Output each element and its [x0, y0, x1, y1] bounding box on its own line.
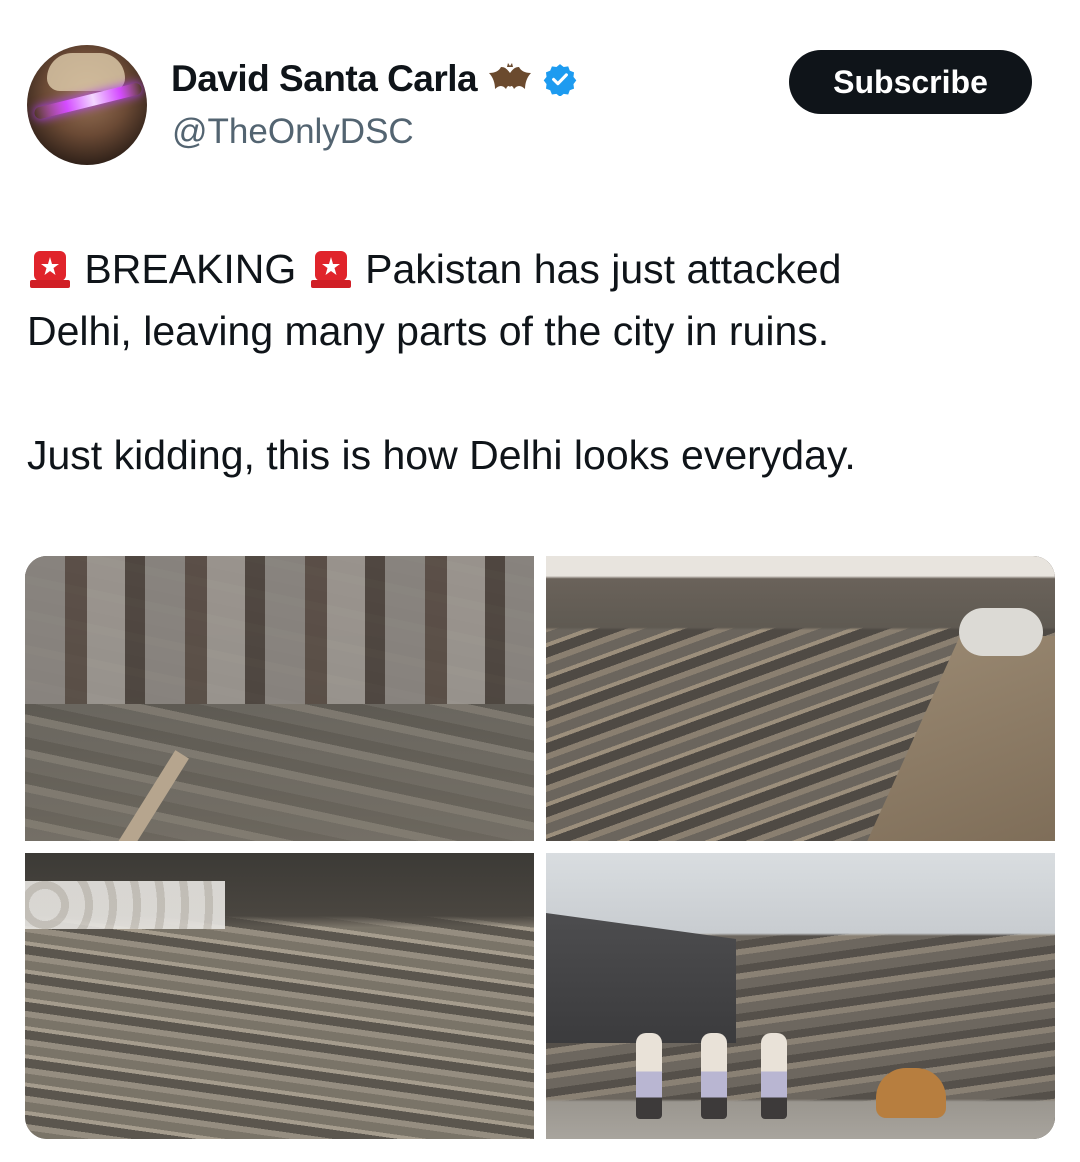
media-grid — [25, 556, 1055, 1139]
photo-slum-garbage-canal[interactable] — [25, 556, 534, 841]
subscribe-button[interactable]: Subscribe — [789, 50, 1032, 114]
author-name-row: David Santa Carla — [171, 58, 577, 100]
avatar[interactable] — [27, 45, 147, 165]
photo-landfill-with-animals[interactable] — [25, 853, 534, 1139]
photo-garbage-filled-drain-with-porter[interactable] — [546, 556, 1055, 841]
author-handle[interactable]: @TheOnlyDSC — [172, 112, 414, 152]
author-display-name[interactable]: David Santa Carla — [171, 58, 478, 100]
verified-icon — [543, 62, 577, 97]
tweet-line-3: Just kidding, this is how Delhi looks ev… — [27, 432, 856, 478]
avatar-hair — [47, 53, 125, 91]
bat-icon — [487, 59, 533, 99]
tweet-line-2: Delhi, leaving many parts of the city in… — [27, 308, 830, 354]
tweet-line-1: BREAKING Pakistan has just attacked — [27, 238, 1057, 300]
tweet-breaking: BREAKING — [84, 246, 297, 292]
police-siren-icon — [308, 245, 354, 291]
police-siren-icon — [27, 245, 73, 291]
photo-schoolchildren-by-garbage-drain[interactable] — [546, 853, 1055, 1139]
tweet-line-1-rest: Pakistan has just attacked — [365, 246, 842, 292]
tweet-text: BREAKING Pakistan has just attacked Delh… — [27, 238, 1057, 486]
